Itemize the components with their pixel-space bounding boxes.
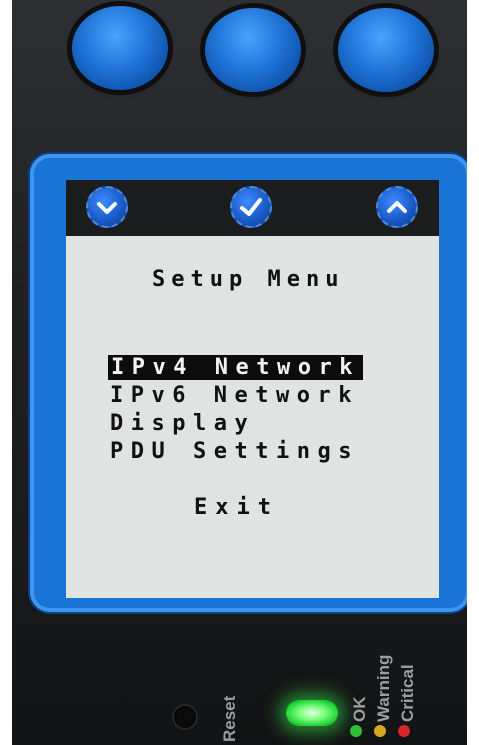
- menu-item-exit[interactable]: Exit: [194, 495, 279, 520]
- lcd-screen: Setup Menu IPv4 Network IPv6 Network Dis…: [66, 180, 439, 598]
- warning-label: Warning: [374, 654, 393, 722]
- menu-item-display[interactable]: Display: [110, 411, 255, 436]
- status-led: [286, 700, 338, 726]
- hardware-button-left[interactable]: [72, 6, 168, 90]
- ok-indicator-dot: [350, 725, 362, 737]
- pdu-device-panel: Setup Menu IPv4 Network IPv6 Network Dis…: [12, 0, 467, 745]
- critical-label: Critical: [398, 664, 417, 722]
- chevron-up-icon[interactable]: [376, 186, 418, 228]
- screen-nav-bar: [66, 180, 439, 236]
- hardware-button-middle[interactable]: [205, 8, 301, 92]
- checkmark-icon[interactable]: [230, 186, 272, 228]
- menu-item-ipv4-network[interactable]: IPv4 Network: [108, 355, 363, 380]
- hardware-button-right[interactable]: [338, 8, 434, 92]
- ok-label: OK: [350, 696, 369, 723]
- critical-indicator-dot: [398, 725, 410, 737]
- reset-label: Reset: [220, 695, 239, 742]
- menu-item-pdu-settings[interactable]: PDU Settings: [110, 439, 359, 464]
- reset-button[interactable]: [174, 706, 196, 728]
- menu-item-ipv6-network[interactable]: IPv6 Network: [110, 383, 359, 408]
- chevron-down-icon[interactable]: [86, 186, 128, 228]
- warning-indicator-dot: [374, 725, 386, 737]
- menu-title: Setup Menu: [152, 267, 345, 292]
